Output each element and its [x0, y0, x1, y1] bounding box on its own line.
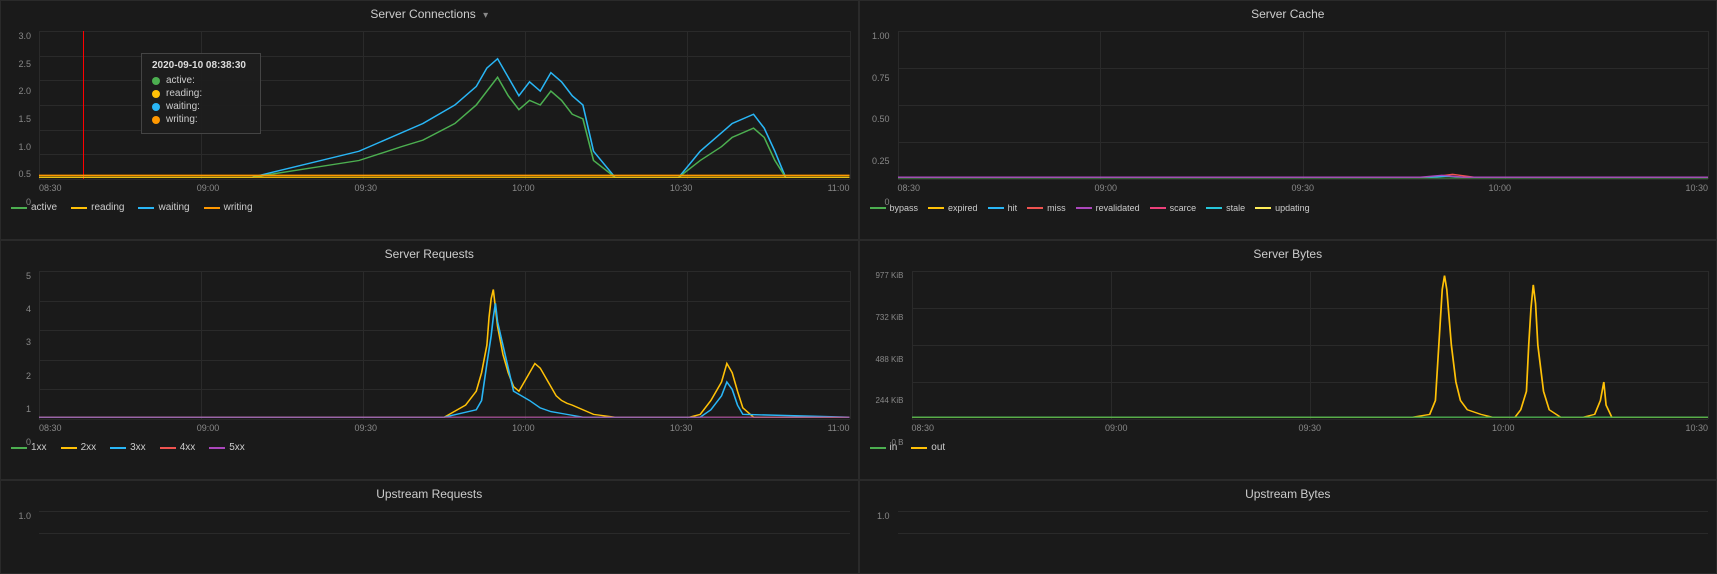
- legend-revalidated: revalidated: [1076, 203, 1140, 213]
- legend-4xx: 4xx: [160, 442, 196, 453]
- dropdown-icon[interactable]: ▾: [483, 10, 488, 21]
- x-axis: 08:30 09:00 09:30 10:00 10:30 11:00: [39, 423, 850, 433]
- dashboard: Server Connections ▾ 3.0 2.5 2.0 1.5 1.0…: [0, 0, 1717, 574]
- active-dot: [152, 77, 160, 85]
- y-axis: 5 4 3 2 1 0: [1, 263, 39, 455]
- waiting-dot: [152, 103, 160, 111]
- legend-writing: writing: [204, 202, 253, 213]
- grid-lines: [39, 511, 850, 533]
- tooltip-date: 2020-09-10 08:38:30: [152, 60, 250, 71]
- legend-bypass: bypass: [870, 203, 919, 213]
- bytes-legend: in out: [870, 442, 946, 453]
- legend-2xx: 2xx: [61, 442, 97, 453]
- bytes-svg: [912, 271, 1709, 419]
- legend-5xx: 5xx: [209, 442, 245, 453]
- legend-reading-line: [71, 207, 87, 209]
- bottom-row: Upstream Requests 1.0 Upstream Bytes 1.0: [0, 480, 1717, 574]
- legend-updating: updating: [1255, 203, 1310, 213]
- server-connections-title[interactable]: Server Connections ▾: [1, 1, 858, 23]
- upstream-requests-chart: 1.0: [1, 503, 858, 569]
- legend-scarce: scarce: [1150, 203, 1197, 213]
- legend-waiting: waiting: [138, 202, 189, 213]
- legend-miss: miss: [1027, 203, 1066, 213]
- tooltip-writing: writing:: [152, 114, 250, 125]
- grid-lines: [898, 511, 1709, 533]
- legend-3xx: 3xx: [110, 442, 146, 453]
- legend-1xx: 1xx: [11, 442, 47, 453]
- upstream-requests-title: Upstream Requests: [1, 481, 858, 503]
- server-requests-chart: 5 4 3 2 1 0: [1, 263, 858, 455]
- title-text: Server Connections: [370, 7, 475, 21]
- legend-active: active: [11, 202, 57, 213]
- tooltip-waiting: waiting:: [152, 101, 250, 112]
- y-axis: 977 KiB 732 KiB 488 KiB 244 KiB 0 B: [860, 263, 912, 455]
- legend-in: in: [870, 442, 898, 453]
- upstream-requests-panel: Upstream Requests 1.0: [0, 480, 859, 574]
- legend-out: out: [911, 442, 945, 453]
- server-connections-panel: Server Connections ▾ 3.0 2.5 2.0 1.5 1.0…: [0, 0, 859, 240]
- upstream-bytes-chart: 1.0: [860, 503, 1717, 569]
- title-text: Upstream Requests: [376, 487, 482, 501]
- tooltip-reading: reading:: [152, 88, 250, 99]
- upstream-bytes-panel: Upstream Bytes 1.0: [859, 480, 1717, 574]
- upstream-bytes-title: Upstream Bytes: [860, 481, 1717, 503]
- requests-legend: 1xx 2xx 3xx 4xx 5xx: [11, 442, 245, 453]
- requests-svg: [39, 271, 850, 419]
- server-requests-panel: Server Requests 5 4 3 2 1 0: [0, 240, 859, 480]
- server-bytes-chart: 977 KiB 732 KiB 488 KiB 244 KiB 0 B: [860, 263, 1717, 455]
- x-axis: 08:30 09:00 09:30 10:00 10:30: [912, 423, 1709, 433]
- server-cache-chart: 1.00 0.75 0.50 0.25 0: [860, 23, 1717, 215]
- title-text: Server Requests: [385, 247, 474, 261]
- legend-writing-line: [204, 207, 220, 209]
- writing-dot: [152, 116, 160, 124]
- y-axis: 1.0: [860, 503, 898, 569]
- server-cache-panel: Server Cache 1.00 0.75 0.50 0.25 0: [859, 0, 1717, 240]
- title-text: Upstream Bytes: [1245, 487, 1330, 501]
- legend-reading: reading: [71, 202, 124, 213]
- legend-hit: hit: [988, 203, 1018, 213]
- server-requests-title: Server Requests: [1, 241, 858, 263]
- legend-active-line: [11, 207, 27, 209]
- server-bytes-panel: Server Bytes 977 KiB 732 KiB 488 KiB 244…: [859, 240, 1717, 480]
- x-axis: 08:30 09:00 09:30 10:00 10:30: [898, 183, 1709, 193]
- title-text: Server Bytes: [1253, 247, 1322, 261]
- title-text: Server Cache: [1251, 7, 1324, 21]
- tooltip: 2020-09-10 08:38:30 active: reading: wai…: [141, 53, 261, 134]
- legend-expired: expired: [928, 203, 978, 213]
- legend-waiting-line: [138, 207, 154, 209]
- x-axis: 08:30 09:00 09:30 10:00 10:30 11:00: [39, 183, 850, 193]
- tooltip-active: active:: [152, 75, 250, 86]
- y-axis: 1.00 0.75 0.50 0.25 0: [860, 23, 898, 215]
- legend-stale: stale: [1206, 203, 1245, 213]
- cache-legend: bypass expired hit miss revalidated: [870, 203, 1310, 213]
- cache-svg: [898, 31, 1709, 179]
- server-connections-chart: 3.0 2.5 2.0 1.5 1.0 0.5 0: [1, 23, 858, 215]
- server-cache-title: Server Cache: [860, 1, 1717, 23]
- server-bytes-title: Server Bytes: [860, 241, 1717, 263]
- reading-dot: [152, 90, 160, 98]
- y-axis: 3.0 2.5 2.0 1.5 1.0 0.5 0: [1, 23, 39, 215]
- connections-legend: active reading waiting writing: [11, 202, 253, 213]
- y-axis: 1.0: [1, 503, 39, 569]
